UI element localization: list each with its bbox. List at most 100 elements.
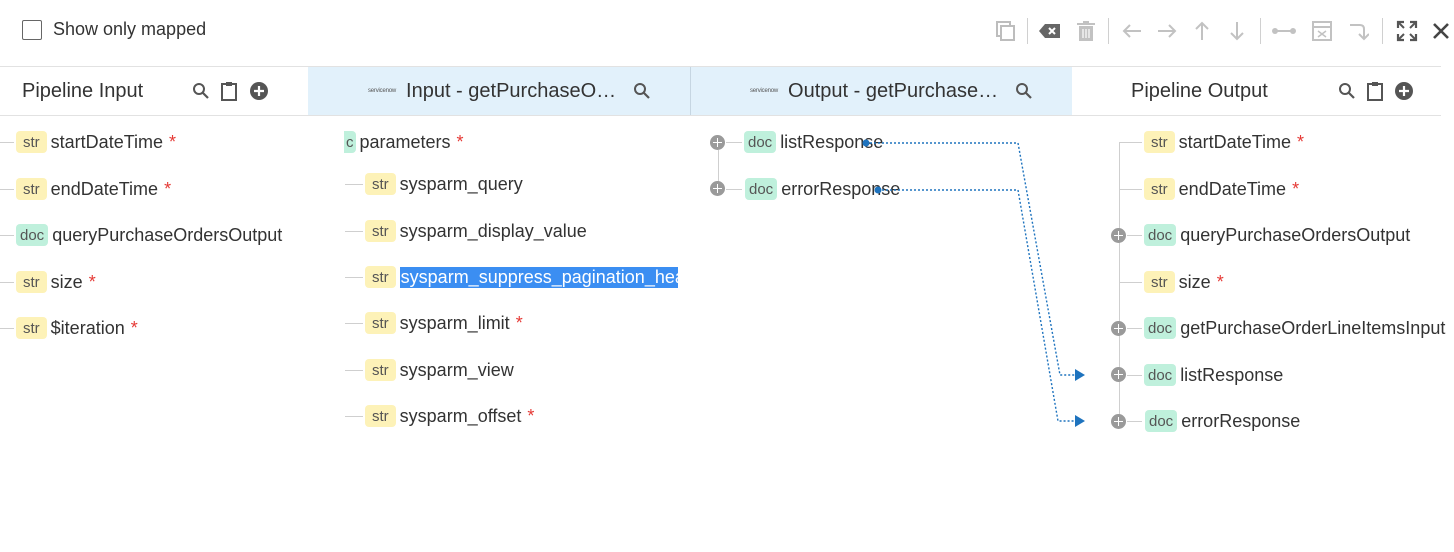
tree-node[interactable]: doc getPurchaseOrderLineItemsInput [1144, 315, 1445, 341]
pipeline-input-title: Pipeline Input [22, 79, 144, 102]
field-name: size [50, 271, 83, 292]
type-badge: doc [1144, 317, 1177, 339]
type-badge: str [365, 173, 396, 195]
tree-node[interactable]: doc listResponse [744, 129, 883, 155]
expand-icon[interactable] [710, 135, 725, 150]
search-icon[interactable] [189, 79, 213, 103]
search-icon[interactable] [630, 79, 654, 103]
transform-icon[interactable] [1307, 16, 1337, 46]
pipeline-output-title: Pipeline Output [1131, 79, 1268, 102]
field-name: listResponse [780, 131, 884, 152]
required-marker: * [456, 131, 464, 152]
tree-node[interactable]: str sysparm_view [365, 357, 514, 383]
service-output-title: Output - getPurchaseOrders [788, 79, 1011, 102]
tree-node[interactable]: str sysparm_display_value [365, 218, 587, 244]
type-badge: str [365, 312, 396, 334]
tree-node[interactable]: c parameters * [344, 129, 464, 155]
arrow-up-icon[interactable] [1187, 16, 1217, 46]
add-icon[interactable] [247, 79, 271, 103]
expand-icon[interactable] [710, 181, 725, 196]
add-icon[interactable] [1392, 79, 1416, 103]
field-name: endDateTime [1178, 178, 1287, 199]
type-badge: str [365, 405, 396, 427]
clipboard-icon[interactable] [217, 79, 241, 103]
tree-node[interactable]: str endDateTime * [1144, 176, 1299, 202]
tree-node[interactable]: doc queryPurchaseOrdersOutput [16, 222, 282, 248]
link-icon[interactable] [1269, 16, 1299, 46]
tree-node[interactable]: doc errorResponse [745, 176, 900, 202]
tree-node[interactable]: doc listResponse [1144, 362, 1283, 388]
loop-icon[interactable] [1343, 16, 1373, 46]
expand-icon[interactable] [1111, 321, 1126, 336]
service-input-title: Input - getPurchaseOrders [406, 79, 622, 102]
delete-icon[interactable] [1071, 16, 1101, 46]
pipeline-input-header: Pipeline Input [0, 67, 308, 115]
expand-icon[interactable] [1111, 367, 1126, 382]
tree-node[interactable]: str sysparm_suppress_pagination_header [365, 264, 678, 290]
field-name: sysparm_display_value [399, 220, 587, 241]
required-marker: * [1292, 178, 1300, 199]
type-badge: doc [1144, 224, 1177, 246]
arrow-down-icon[interactable] [1222, 16, 1252, 46]
field-name: endDateTime [50, 178, 159, 199]
type-badge: str [1144, 131, 1175, 153]
tree-node[interactable]: doc queryPurchaseOrdersOutput [1144, 222, 1410, 248]
tree-node[interactable]: str size * [16, 269, 96, 295]
clear-icon[interactable] [1035, 16, 1065, 46]
required-marker: * [169, 131, 177, 152]
field-name: sysparm_query [399, 173, 523, 194]
expand-icon[interactable] [1111, 228, 1126, 243]
tree-node[interactable]: str $iteration * [16, 315, 138, 341]
required-marker: * [88, 271, 96, 292]
field-name: queryPurchaseOrdersOutput [1180, 224, 1411, 245]
pipeline-output-header: Pipeline Output [1072, 67, 1441, 115]
tree-node[interactable]: str startDateTime * [1144, 129, 1304, 155]
field-name: errorResponse [1181, 410, 1301, 431]
tree-node[interactable]: str sysparm_offset * [365, 403, 534, 429]
mapping-toolbar [0, 16, 1454, 46]
column-headers: Pipeline Input servicenow Input - getPur… [0, 66, 1441, 116]
copy-icon[interactable] [990, 16, 1020, 46]
field-name: size [1178, 271, 1211, 292]
arrow-left-icon[interactable] [1117, 16, 1147, 46]
type-badge: doc [1144, 364, 1177, 386]
field-name: errorResponse [781, 178, 901, 199]
top-bar: Show only mapped [0, 0, 1454, 62]
field-name: sysparm_limit [399, 312, 510, 333]
type-badge: doc [745, 178, 778, 200]
tree-node[interactable]: str startDateTime * [16, 129, 176, 155]
servicenow-logo: servicenow [368, 88, 397, 94]
type-badge: str [365, 266, 396, 288]
field-name: queryPurchaseOrdersOutput [52, 224, 283, 245]
type-badge: str [16, 271, 47, 293]
tree-node[interactable]: doc errorResponse [1145, 408, 1300, 434]
expand-icon[interactable] [1111, 414, 1126, 429]
type-badge: doc [744, 131, 777, 153]
field-name: $iteration [50, 317, 125, 338]
type-badge: str [1144, 271, 1175, 293]
type-badge: str [16, 178, 47, 200]
tree-node[interactable]: str sysparm_query [365, 171, 523, 197]
tree-node[interactable]: str endDateTime * [16, 176, 171, 202]
required-marker: * [130, 317, 138, 338]
type-badge: str [365, 359, 396, 381]
required-marker: * [527, 405, 535, 426]
servicenow-logo: servicenow [750, 88, 779, 94]
expand-icon[interactable] [1392, 16, 1422, 46]
field-name: sysparm_view [399, 359, 514, 380]
clipboard-icon[interactable] [1363, 79, 1387, 103]
search-icon[interactable] [1012, 79, 1036, 103]
search-icon[interactable] [1335, 79, 1359, 103]
type-badge: str [16, 317, 47, 339]
required-marker: * [1297, 131, 1305, 152]
type-badge: doc [1145, 410, 1178, 432]
field-name: startDateTime [50, 131, 164, 152]
close-icon[interactable] [1426, 16, 1454, 46]
field-name: sysparm_offset [399, 405, 522, 426]
field-name: listResponse [1180, 364, 1284, 385]
mapping-line-error-response[interactable] [874, 186, 1086, 428]
tree-node[interactable]: str sysparm_limit * [365, 310, 523, 336]
required-marker: * [1216, 271, 1224, 292]
tree-node[interactable]: str size * [1144, 269, 1224, 295]
arrow-right-icon[interactable] [1152, 16, 1182, 46]
